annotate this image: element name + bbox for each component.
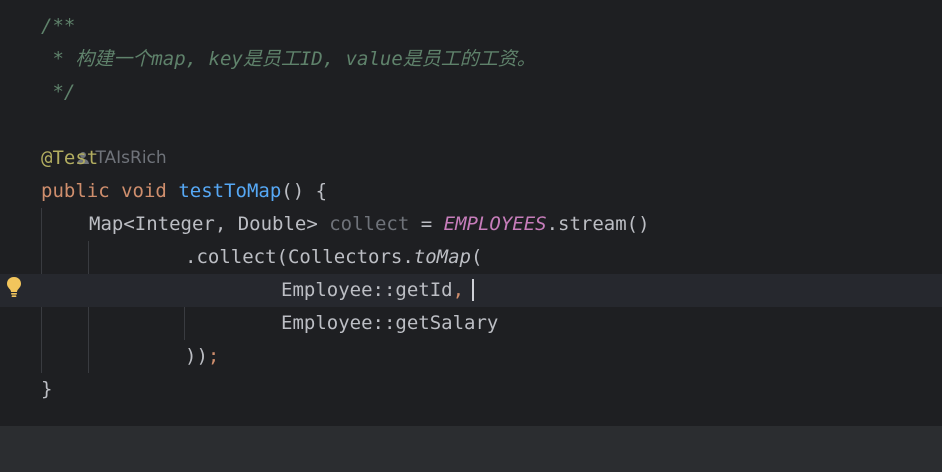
variable-collect: collect: [329, 213, 410, 235]
collect-call: .collect(Collectors.: [185, 246, 414, 268]
javadoc-open: /**: [41, 15, 76, 37]
open-paren: (: [470, 246, 483, 268]
code-line[interactable]: */: [0, 76, 942, 109]
tomap-method: toMap: [413, 246, 471, 268]
code-line[interactable]: /**: [0, 10, 942, 43]
javadoc-description: * 构建一个map, key是员工ID, value是员工的工资。: [41, 48, 536, 70]
keyword-public: public: [41, 180, 110, 202]
text-caret: [472, 279, 474, 301]
stream-call: .stream(): [546, 213, 650, 235]
code-line[interactable]: Map<Integer, Double> collect = EMPLOYEES…: [0, 208, 942, 241]
keyword-void: void: [121, 180, 167, 202]
assign-operator: =: [409, 213, 444, 235]
code-line[interactable]: ));: [0, 340, 942, 373]
constant-employees: EMPLOYEES: [443, 213, 547, 235]
semicolon: ;: [207, 345, 220, 367]
author-inlay[interactable]: TAIsRich: [0, 109, 942, 168]
code-line[interactable]: @Test: [0, 142, 942, 175]
lightbulb-icon[interactable]: [6, 276, 22, 298]
code-line[interactable]: * 构建一个map, key是员工ID, value是员工的工资。: [0, 43, 942, 76]
code-line[interactable]: Employee::getSalary: [0, 307, 942, 340]
closing-brace: }: [41, 378, 53, 400]
method-ref-getsalary: Employee::getSalary: [281, 312, 499, 334]
variable-type: Map<Integer, Double>: [89, 213, 330, 235]
code-line[interactable]: }: [0, 373, 942, 406]
method-ref-getid: Employee::getId: [281, 279, 453, 301]
javadoc-close: */: [41, 81, 76, 103]
comma: ,: [452, 279, 465, 301]
code-line[interactable]: .collect(Collectors.toMap(: [0, 241, 942, 274]
close-parens: )): [185, 345, 208, 367]
code-editor[interactable]: /** * 构建一个map, key是员工ID, value是员工的工资。 */…: [0, 0, 942, 426]
method-signature-tail: () {: [281, 180, 328, 202]
method-name: testToMap: [178, 180, 282, 202]
current-code-line[interactable]: Employee::getId,: [0, 274, 942, 307]
code-line[interactable]: public void testToMap() {: [0, 175, 942, 208]
annotation-test: @Test: [41, 147, 99, 169]
